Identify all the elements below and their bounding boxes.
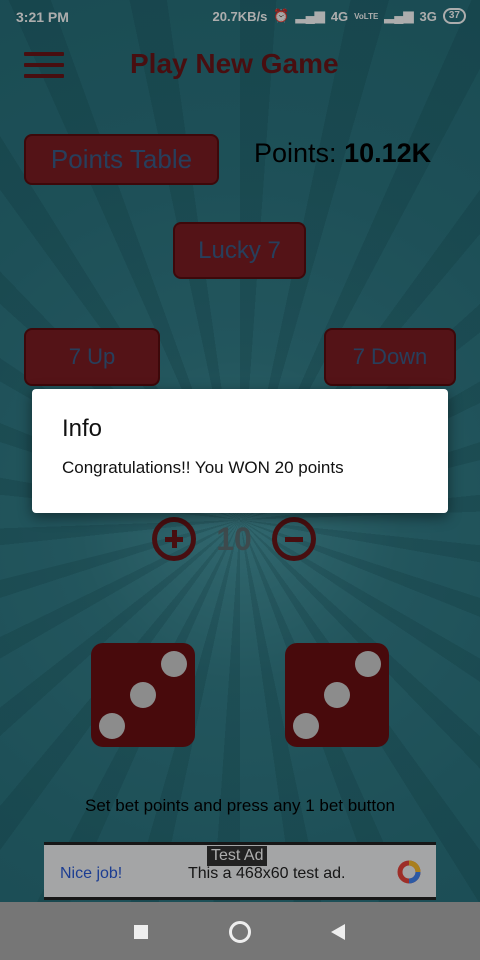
navigation-bar — [0, 902, 480, 960]
dialog-title: Info — [62, 415, 103, 442]
dialog-message: Congratulations!! You WON 20 points — [62, 458, 344, 477]
recent-apps-icon[interactable] — [134, 925, 148, 939]
back-icon[interactable] — [331, 924, 345, 940]
info-dialog: Info Congratulations!! You WON 20 points — [32, 389, 448, 513]
home-icon[interactable] — [229, 921, 251, 943]
